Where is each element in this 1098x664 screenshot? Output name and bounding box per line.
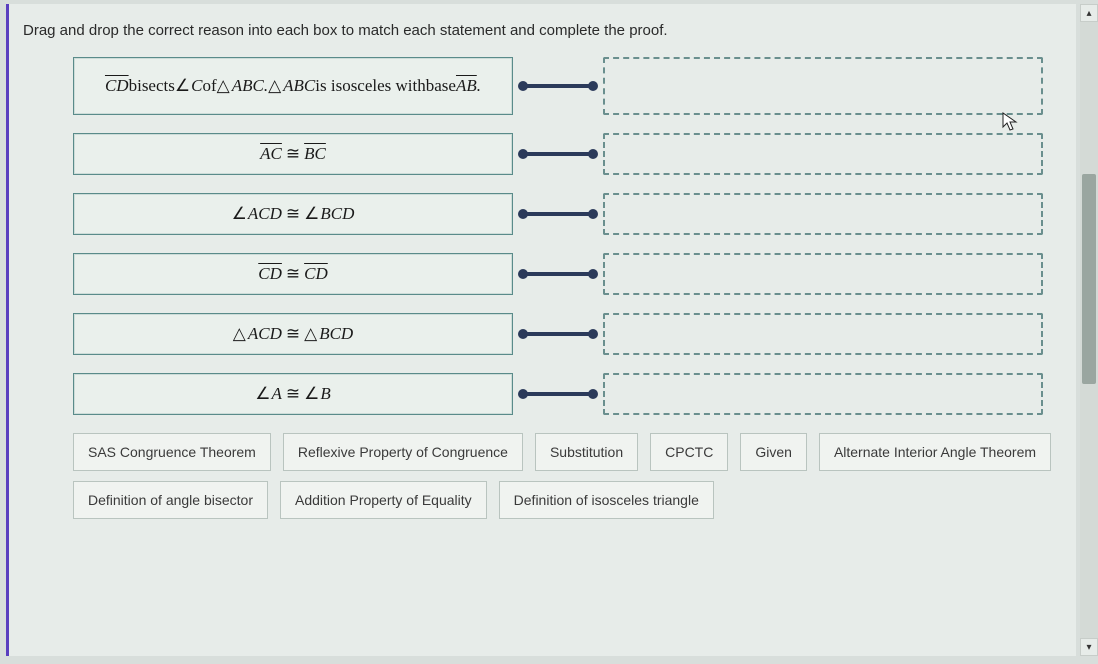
answer-choice[interactable]: CPCTC: [650, 433, 728, 471]
vertical-scrollbar[interactable]: ▴ ▾: [1080, 4, 1098, 656]
reason-dropzone[interactable]: [603, 57, 1043, 115]
connector-line: [513, 387, 603, 401]
answer-choice[interactable]: Addition Property of Equality: [280, 481, 487, 519]
page-container: Drag and drop the correct reason into ea…: [6, 4, 1076, 656]
reason-dropzone[interactable]: [603, 313, 1043, 355]
scroll-up-button[interactable]: ▴: [1080, 4, 1098, 22]
answer-choice[interactable]: Definition of angle bisector: [73, 481, 268, 519]
connector-line: [513, 267, 603, 281]
proof-row: CD ≅ CD: [73, 253, 1053, 295]
reason-dropzone[interactable]: [603, 193, 1043, 235]
proof-row: A ≅ B: [73, 373, 1053, 415]
statement-box: AC ≅ BC: [73, 133, 513, 175]
reason-dropzone[interactable]: [603, 253, 1043, 295]
proof-row: AC ≅ BC: [73, 133, 1053, 175]
answer-choice[interactable]: Alternate Interior Angle Theorem: [819, 433, 1051, 471]
instruction-text: Drag and drop the correct reason into ea…: [23, 22, 1062, 39]
statement-box: ACD ≅ BCD: [73, 313, 513, 355]
proof-row: ACD ≅ BCD: [73, 313, 1053, 355]
scroll-thumb[interactable]: [1082, 174, 1096, 384]
answer-bank: SAS Congruence Theorem Reflexive Property…: [73, 433, 1053, 519]
statement-box: CD ≅ CD: [73, 253, 513, 295]
statement-box: CD bisects C of ABC. ABC is isosceles wi…: [73, 57, 513, 115]
answer-choice[interactable]: Given: [740, 433, 807, 471]
connector-line: [513, 147, 603, 161]
answer-choice[interactable]: Definition of isosceles triangle: [499, 481, 714, 519]
statement-box: ACD ≅ BCD: [73, 193, 513, 235]
connector-line: [513, 207, 603, 221]
connector-line: [513, 79, 603, 93]
proof-table: CD bisects C of ABC. ABC is isosceles wi…: [73, 57, 1053, 415]
answer-choice[interactable]: SAS Congruence Theorem: [73, 433, 271, 471]
reason-dropzone[interactable]: [603, 133, 1043, 175]
proof-row: ACD ≅ BCD: [73, 193, 1053, 235]
reason-dropzone[interactable]: [603, 373, 1043, 415]
answer-choice[interactable]: Reflexive Property of Congruence: [283, 433, 523, 471]
proof-row: CD bisects C of ABC. ABC is isosceles wi…: [73, 57, 1053, 115]
scroll-down-button[interactable]: ▾: [1080, 638, 1098, 656]
answer-choice[interactable]: Substitution: [535, 433, 638, 471]
connector-line: [513, 327, 603, 341]
statement-box: A ≅ B: [73, 373, 513, 415]
